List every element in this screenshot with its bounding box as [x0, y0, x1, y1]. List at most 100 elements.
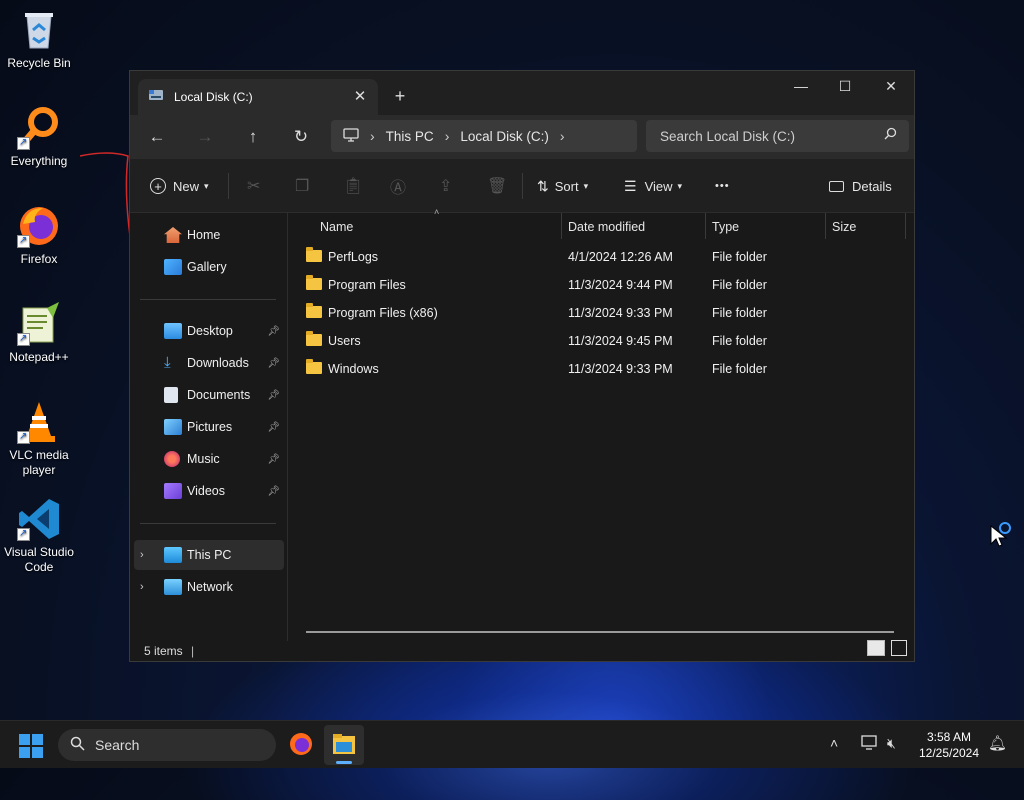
breadcrumb-chevron-icon[interactable]: ›: [560, 128, 565, 144]
rename-button[interactable]: Ⓐ: [390, 171, 406, 201]
details-pane-icon: [829, 180, 844, 192]
address-bar[interactable]: › This PC › Local Disk (C:) ›: [331, 120, 637, 152]
chevron-right-icon[interactable]: ›: [140, 581, 144, 593]
details-pane-button[interactable]: Details: [829, 171, 892, 201]
home-icon: [164, 227, 182, 243]
gallery-icon: [164, 259, 182, 275]
sort-label: Sort: [554, 178, 579, 194]
sidebar-item-home[interactable]: Home: [134, 220, 284, 250]
maximize-button[interactable]: ☐: [822, 71, 868, 101]
desktop-icon-firefox[interactable]: Firefox: [2, 204, 76, 267]
sidebar-item-documents[interactable]: Documents 📌︎: [134, 380, 284, 410]
taskbar-search-input[interactable]: Search: [58, 729, 276, 761]
pin-icon[interactable]: 📌︎: [267, 358, 280, 369]
network-icon: [164, 579, 182, 595]
taskbar-firefox-button[interactable]: [288, 731, 314, 762]
column-header-type[interactable]: Type: [712, 213, 822, 241]
sort-button[interactable]: ⇅ Sort ▾: [537, 171, 588, 201]
sidebar-item-this-pc[interactable]: › This PC: [134, 540, 284, 570]
tab-title: Local Disk (C:): [174, 90, 253, 104]
sidebar-item-music[interactable]: Music 📌︎: [134, 444, 284, 474]
taskbar-file-explorer-button[interactable]: [324, 725, 364, 765]
table-row[interactable]: PerfLogs 4/1/2024 12:26 AM File folder: [306, 243, 906, 271]
desktop-icon-vlc[interactable]: VLC media player: [2, 400, 76, 478]
forward-button[interactable]: →: [189, 121, 221, 153]
refresh-button[interactable]: ↻: [285, 121, 317, 153]
title-bar[interactable]: Local Disk (C:) ✕ + — ☐ ✕: [130, 71, 914, 115]
paste-button[interactable]: 📋︎: [343, 171, 363, 201]
folder-icon: [306, 275, 322, 290]
search-input[interactable]: Search Local Disk (C:): [646, 120, 909, 152]
column-header-name[interactable]: Name: [320, 213, 560, 241]
close-window-button[interactable]: ✕: [868, 71, 914, 101]
sort-icon: ⇅: [537, 177, 549, 194]
pin-icon[interactable]: 📌︎: [267, 326, 280, 337]
sidebar-item-desktop[interactable]: Desktop 📌︎: [134, 316, 284, 346]
minimize-button[interactable]: —: [778, 71, 824, 101]
new-tab-button[interactable]: +: [388, 85, 412, 109]
notification-bell-icon[interactable]: 🔔︎: [988, 734, 1007, 752]
table-row[interactable]: Users 11/3/2024 9:45 PM File folder: [306, 327, 906, 355]
sidebar-item-pictures[interactable]: Pictures 📌︎: [134, 412, 284, 442]
chevron-down-icon: ▾: [204, 180, 209, 191]
sidebar-item-network[interactable]: › Network: [134, 572, 284, 602]
start-button[interactable]: [18, 733, 44, 764]
table-row[interactable]: Program Files 11/3/2024 9:44 PM File fol…: [306, 271, 906, 299]
details-view-toggle-icon[interactable]: [867, 640, 885, 656]
breadcrumb-local-disk[interactable]: Local Disk (C:): [460, 129, 549, 144]
desktop-icon-everything[interactable]: Everything: [2, 106, 76, 169]
table-row[interactable]: Windows 11/3/2024 9:33 PM File folder: [306, 355, 906, 383]
desktop-icon-notepadpp[interactable]: Notepad++: [2, 302, 76, 365]
up-button[interactable]: ↑: [237, 121, 269, 153]
pin-icon[interactable]: 📌︎: [267, 454, 280, 465]
more-options-button[interactable]: •••: [715, 171, 730, 201]
everything-search-icon: [17, 106, 61, 150]
back-button[interactable]: ←: [141, 121, 173, 153]
copy-button[interactable]: ❐: [295, 171, 309, 201]
chevron-down-icon: ▾: [677, 180, 683, 191]
sidebar-divider: [140, 299, 276, 300]
folder-icon: [306, 331, 322, 346]
share-button[interactable]: ⇪: [439, 171, 452, 201]
notepadpp-icon: [17, 302, 61, 346]
delete-button[interactable]: 🗑︎: [487, 171, 507, 201]
sidebar-item-gallery[interactable]: Gallery: [134, 252, 284, 282]
column-divider: [905, 213, 906, 239]
new-button[interactable]: + New ▾: [150, 171, 209, 201]
rename-icon: Ⓐ: [390, 180, 407, 197]
breadcrumb-chevron-icon[interactable]: ›: [370, 128, 375, 144]
cut-button[interactable]: ✂: [247, 171, 260, 201]
desktop-icon-label: Recycle Bin: [7, 56, 71, 70]
clock-date: 12/25/2024: [918, 746, 980, 760]
sidebar-item-downloads[interactable]: ⤓ Downloads 📌︎: [134, 348, 284, 378]
pin-icon[interactable]: 📌︎: [267, 422, 280, 433]
column-header-size[interactable]: Size: [832, 213, 892, 241]
breadcrumb-chevron-icon[interactable]: ›: [445, 128, 450, 144]
monitor-icon: [343, 127, 359, 145]
volume-muted-icon[interactable]: 🔇︎: [887, 735, 896, 752]
pin-icon[interactable]: 📌︎: [267, 390, 280, 401]
file-name: Windows: [328, 362, 379, 376]
breadcrumb-this-pc[interactable]: This PC: [386, 129, 434, 144]
tiles-view-toggle-icon[interactable]: [891, 640, 907, 656]
view-button[interactable]: ☰ View ▾: [624, 171, 682, 201]
file-date: 11/3/2024 9:45 PM: [568, 334, 673, 348]
horizontal-scrollbar[interactable]: [306, 631, 894, 633]
column-divider: [705, 213, 706, 239]
pin-icon[interactable]: 📌︎: [267, 486, 280, 497]
tab-local-disk[interactable]: Local Disk (C:) ✕: [138, 79, 378, 115]
tab-close-icon[interactable]: ✕: [348, 85, 372, 109]
sidebar-item-videos[interactable]: Videos 📌︎: [134, 476, 284, 506]
table-row[interactable]: Program Files (x86) 11/3/2024 9:33 PM Fi…: [306, 299, 906, 327]
chevron-right-icon[interactable]: ›: [140, 549, 144, 561]
file-list: ˄ Name Date modified Type Size PerfLogs …: [288, 207, 914, 641]
clock[interactable]: 3:58 AM 12/25/2024: [918, 729, 980, 761]
computer-icon: [164, 547, 182, 563]
file-explorer-window[interactable]: Local Disk (C:) ✕ + — ☐ ✕ ← → ↑ ↻ › This…: [129, 70, 915, 662]
desktop-icon-recycle-bin[interactable]: Recycle Bin: [2, 8, 76, 71]
network-status-icon[interactable]: [861, 735, 879, 756]
column-header-date-modified[interactable]: Date modified: [568, 213, 708, 241]
show-hidden-icons-chevron-icon[interactable]: ˄: [830, 735, 838, 751]
desktop-icon-vscode[interactable]: Visual Studio Code: [2, 497, 76, 575]
clipboard-icon: 📋︎: [343, 178, 364, 195]
